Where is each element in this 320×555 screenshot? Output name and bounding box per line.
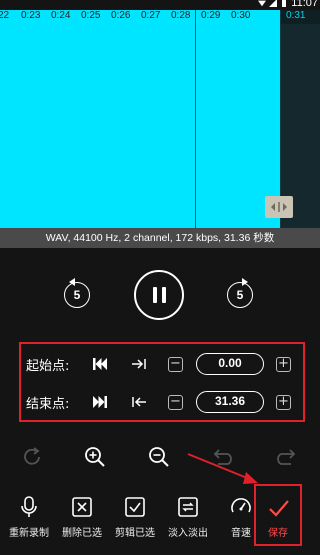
pause-icon xyxy=(152,287,166,303)
save-label: 保存 xyxy=(268,528,288,539)
end-point-row: 结束点: − 31.36 + xyxy=(21,387,303,417)
waveform-view[interactable]: 22 0:23 0:24 0:25 0:26 0:27 0:28 0:29 0:… xyxy=(0,10,320,228)
battery-icon xyxy=(282,0,287,7)
timeline-tick: 0:31 xyxy=(286,10,306,21)
end-point-value[interactable]: 31.36 xyxy=(196,391,264,413)
trim-panel: 起始点: − 0.00 + 结束点: − 31.36 + xyxy=(19,342,305,422)
clip-selection-button[interactable]: 剪辑已选 xyxy=(108,494,162,544)
zoom-in-icon[interactable] xyxy=(84,446,106,468)
wifi-icon xyxy=(258,0,267,7)
re-record-button[interactable]: 重新录制 xyxy=(2,494,56,544)
save-button[interactable]: 保存 xyxy=(254,484,302,546)
timeline-tick: 0:29 xyxy=(201,10,221,21)
rewind-arrow-icon xyxy=(69,278,75,286)
timeline-tick: 0:25 xyxy=(81,10,101,21)
zoom-out-icon[interactable] xyxy=(148,446,170,468)
end-decrement-button[interactable]: − xyxy=(168,395,183,410)
speed-gauge-icon xyxy=(231,498,251,513)
pause-button[interactable] xyxy=(134,270,184,320)
delete-selection-button[interactable]: 删除已选 xyxy=(55,494,109,544)
timeline-tick: 0:28 xyxy=(171,10,191,21)
file-info-bar: WAV, 44100 Hz, 2 channel, 172 kbps, 31.3… xyxy=(0,228,320,248)
jump-to-end-icon[interactable] xyxy=(92,394,108,410)
forward-arrow-icon xyxy=(242,278,248,286)
signal-icon xyxy=(269,0,278,7)
timeline-tick: 0:26 xyxy=(111,10,131,21)
checkmark-icon xyxy=(269,500,289,517)
redo-icon[interactable] xyxy=(276,446,298,468)
end-point-label: 结束点: xyxy=(26,396,70,412)
end-increment-button[interactable]: + xyxy=(276,395,291,410)
status-right: 11:07 xyxy=(258,0,318,9)
fade-icon xyxy=(178,497,198,517)
set-end-to-playhead-icon[interactable] xyxy=(131,394,147,410)
start-increment-button[interactable]: + xyxy=(276,357,291,372)
delete-selection-label: 删除已选 xyxy=(62,528,102,539)
jump-to-start-icon[interactable] xyxy=(92,356,108,372)
skip-forward-seconds: 5 xyxy=(236,288,244,302)
microphone-icon xyxy=(21,496,37,517)
timeline-ruler: 22 0:23 0:24 0:25 0:26 0:27 0:28 0:29 0:… xyxy=(0,10,320,24)
clip-selection-icon xyxy=(125,497,145,517)
timeline-tick: 0:30 xyxy=(231,10,251,21)
playhead-line[interactable] xyxy=(195,10,196,228)
undo-icon[interactable] xyxy=(211,446,233,468)
skip-forward-button[interactable]: 5 xyxy=(227,278,253,308)
skip-back-seconds: 5 xyxy=(73,288,81,302)
status-bar: 11:07 xyxy=(0,0,320,10)
fade-label: 淡入淡出 xyxy=(168,528,208,539)
re-record-label: 重新录制 xyxy=(9,528,49,539)
start-point-label: 起始点: xyxy=(26,358,70,374)
end-marker-handle[interactable] xyxy=(265,196,293,218)
skip-back-button[interactable]: 5 xyxy=(64,278,90,308)
timeline-tick: 0:27 xyxy=(141,10,161,21)
start-point-value[interactable]: 0.00 xyxy=(196,353,264,375)
fade-button[interactable]: 淡入淡出 xyxy=(161,494,215,544)
start-point-row: 起始点: − 0.00 + xyxy=(21,349,303,379)
status-time: 11:07 xyxy=(291,0,318,9)
drag-handle-icon xyxy=(271,202,287,212)
reset-icon[interactable] xyxy=(21,446,43,468)
timeline-tick: 22 xyxy=(0,10,10,21)
clip-selection-label: 剪辑已选 xyxy=(115,528,155,539)
timeline-tick: 0:23 xyxy=(21,10,41,21)
delete-selection-icon xyxy=(72,497,92,517)
set-start-to-playhead-icon[interactable] xyxy=(131,356,147,372)
start-decrement-button[interactable]: − xyxy=(168,357,183,372)
timeline-tick: 0:24 xyxy=(51,10,71,21)
